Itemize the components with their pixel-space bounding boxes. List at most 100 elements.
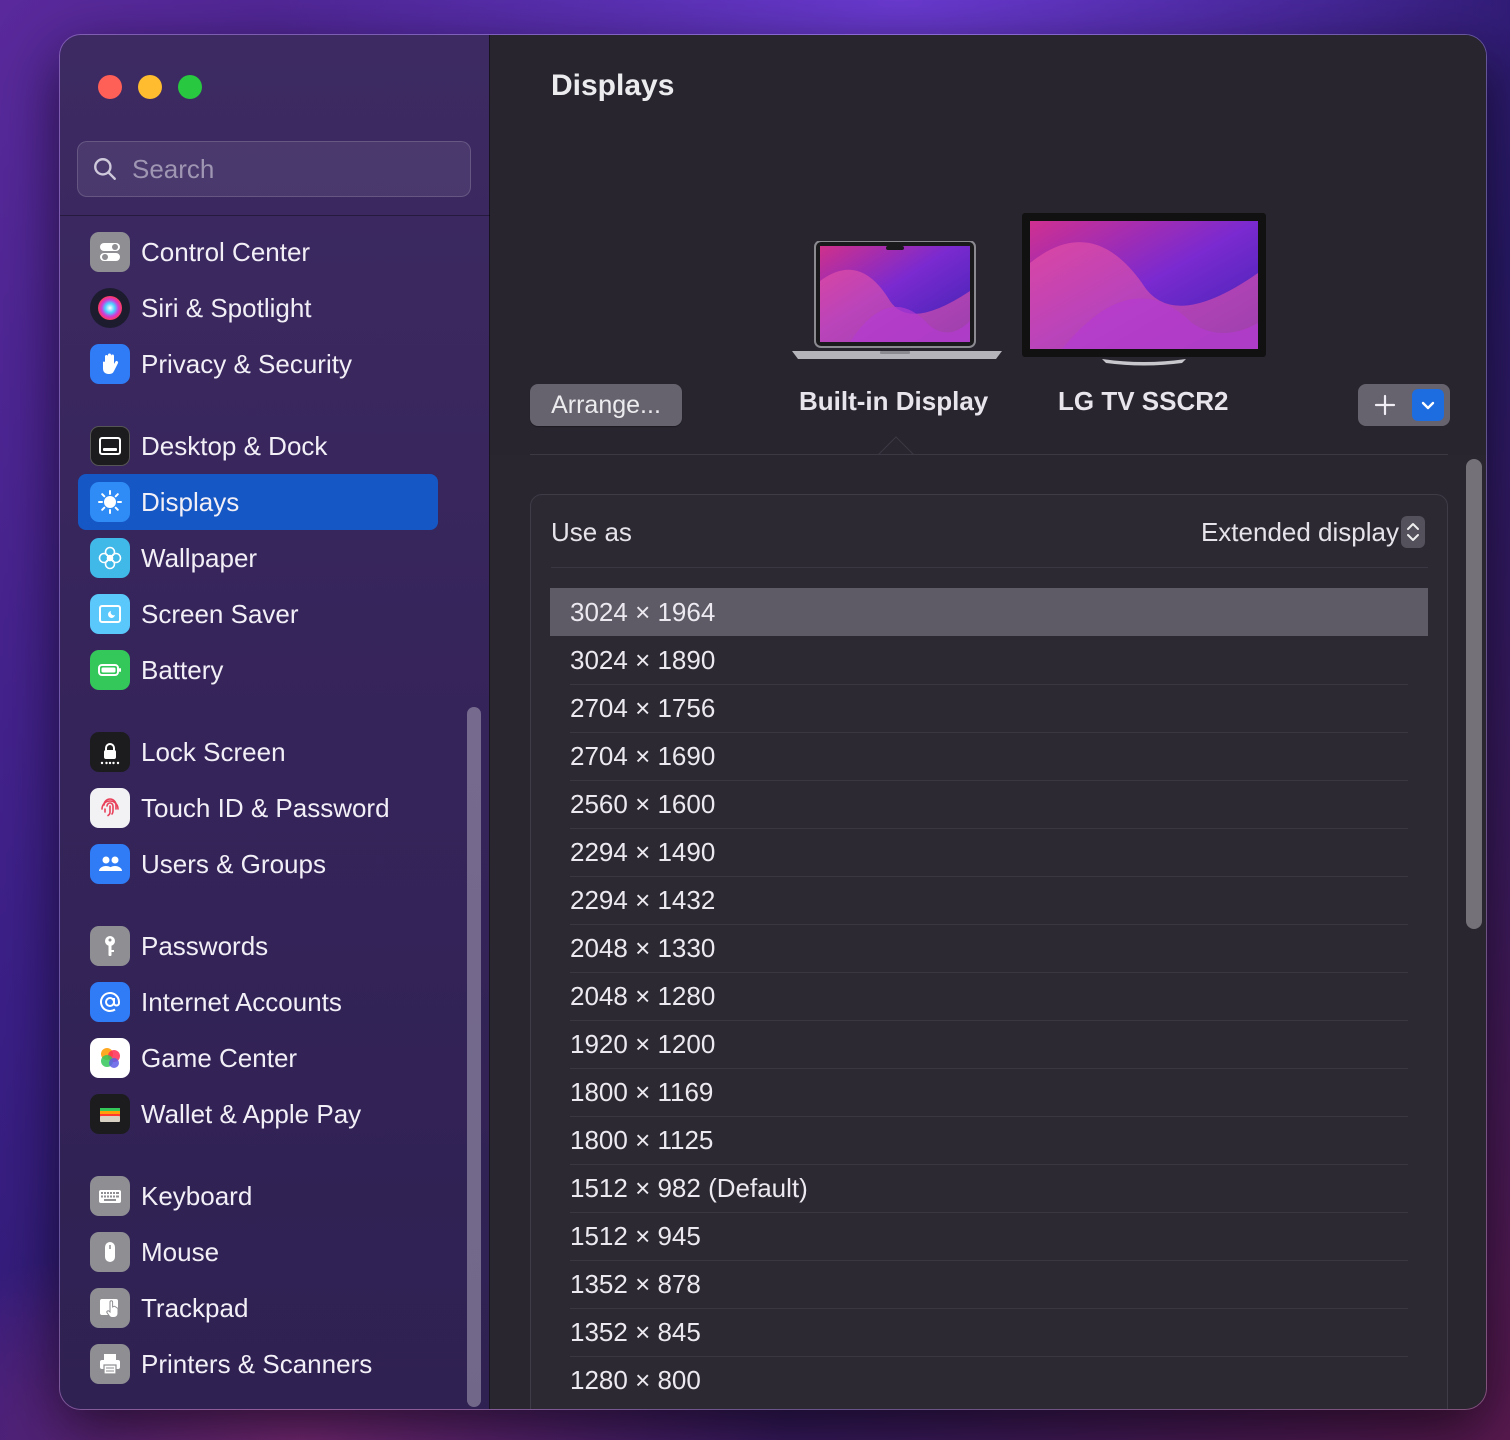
battery-icon [90, 650, 130, 690]
resolution-separator [570, 972, 1408, 973]
sidebar-item-keyboard[interactable]: Keyboard [78, 1168, 438, 1224]
sidebar-item-lock-screen[interactable]: Lock Screen [78, 724, 438, 780]
trackpad-icon [90, 1288, 130, 1328]
sidebar-item-internet-accounts[interactable]: Internet Accounts [78, 974, 438, 1030]
resolution-separator [570, 1116, 1408, 1117]
window-controls [98, 75, 202, 99]
resolution-separator [570, 876, 1408, 877]
flower-icon [90, 538, 130, 578]
display-tab-built-in[interactable]: Built-in Display [799, 386, 988, 417]
resolution-option[interactable]: 1280 × 800 [550, 1356, 1428, 1404]
resolution-option[interactable]: 1800 × 1169 [550, 1068, 1428, 1116]
resolution-separator [570, 924, 1408, 925]
sidebar-item-label: Desktop & Dock [141, 430, 328, 461]
sidebar-item-label: Mouse [141, 1236, 220, 1267]
sidebar-item-screen-saver[interactable]: Screen Saver [78, 586, 438, 642]
resolution-option[interactable]: 1920 × 1200 [550, 1020, 1428, 1068]
sidebar: Control Center Siri & Spotlight Privacy … [60, 35, 490, 1409]
resolution-option[interactable]: 2048 × 1280 [550, 972, 1428, 1020]
brightness-icon [90, 482, 130, 522]
plus-icon [1374, 394, 1396, 416]
lock-icon [90, 732, 130, 772]
resolution-option[interactable]: 1800 × 1125 [550, 1116, 1428, 1164]
close-button[interactable] [98, 75, 122, 99]
sidebar-item-privacy-security[interactable]: Privacy & Security [78, 336, 438, 392]
page-title: Displays [551, 69, 675, 102]
users-icon [90, 844, 130, 884]
resolution-option[interactable]: 1352 × 878 [550, 1260, 1428, 1308]
resolution-option[interactable]: 1512 × 945 [550, 1212, 1428, 1260]
sidebar-item-displays[interactable]: Displays [78, 474, 438, 530]
sidebar-item-label: Privacy & Security [141, 348, 352, 379]
sidebar-item-wallpaper[interactable]: Wallpaper [78, 530, 438, 586]
sidebar-scrollbar[interactable] [467, 707, 481, 1407]
search-icon [94, 158, 116, 180]
sidebar-item-wallet-apple-pay[interactable]: Wallet & Apple Pay [78, 1086, 438, 1142]
lg-tv-thumbnail[interactable] [1022, 213, 1266, 369]
arrange-button[interactable]: Arrange... [530, 384, 682, 426]
resolution-option[interactable]: 2294 × 1490 [550, 828, 1428, 876]
sidebar-item-battery[interactable]: Battery [78, 642, 438, 698]
sidebar-item-label: Trackpad [141, 1292, 249, 1323]
resolution-option[interactable]: 3024 × 1890 [550, 636, 1428, 684]
sidebar-item-label: Siri & Spotlight [141, 292, 312, 323]
use-as-label: Use as [551, 517, 632, 547]
sidebar-item-mouse[interactable]: Mouse [78, 1224, 438, 1280]
main-scrollbar[interactable] [1466, 459, 1482, 929]
resolution-option[interactable]: 2560 × 1600 [550, 780, 1428, 828]
sidebar-item-label: Internet Accounts [141, 986, 342, 1017]
sidebar-item-label: Touch ID & Password [141, 792, 390, 823]
search-input[interactable] [132, 153, 452, 185]
use-as-stepper[interactable] [1401, 516, 1425, 548]
chevron-down-icon [1421, 401, 1435, 410]
resolution-separator [570, 828, 1408, 829]
add-display-menu-button[interactable] [1412, 389, 1444, 421]
resolution-option[interactable]: 1352 × 845 [550, 1308, 1428, 1356]
hand-icon [90, 344, 130, 384]
control-center-icon [90, 232, 130, 272]
sidebar-item-printers-scanners[interactable]: Printers & Scanners [78, 1336, 438, 1392]
sidebar-item-label: Wallpaper [141, 542, 258, 573]
built-in-display-thumbnail[interactable] [790, 241, 1004, 365]
sidebar-item-passwords[interactable]: Passwords [78, 918, 438, 974]
resolution-option[interactable]: 3024 × 1964 [550, 588, 1428, 636]
siri-icon [90, 288, 130, 328]
header-divider [530, 454, 1448, 455]
sidebar-item-desktop-dock[interactable]: Desktop & Dock [78, 418, 438, 474]
display-tab-lg-tv[interactable]: LG TV SSCR2 [1058, 386, 1228, 417]
display-settings-panel: Use as Extended display 3024 × 1964 3024 … [530, 494, 1448, 1409]
resolution-separator [570, 1260, 1408, 1261]
resolution-separator [570, 1308, 1408, 1309]
mouse-icon [90, 1232, 130, 1272]
add-display-button[interactable] [1358, 384, 1412, 426]
up-down-chevron-icon [1407, 523, 1419, 541]
sidebar-item-game-center[interactable]: Game Center [78, 1030, 438, 1086]
displays-header: Displays Arrange... Built-in Display LG … [490, 35, 1486, 457]
sidebar-item-users-groups[interactable]: Users & Groups [78, 836, 438, 892]
resolution-option[interactable]: 2704 × 1690 [550, 732, 1428, 780]
fingerprint-icon [90, 788, 130, 828]
use-as-select[interactable]: Extended display [1201, 517, 1399, 548]
sidebar-item-label: Battery [141, 654, 224, 685]
key-icon [90, 926, 130, 966]
sidebar-item-label: Game Center [141, 1042, 298, 1073]
resolution-option[interactable]: 1512 × 982 (Default) [550, 1164, 1428, 1212]
sidebar-item-trackpad[interactable]: Trackpad [78, 1280, 438, 1336]
minimize-button[interactable] [138, 75, 162, 99]
system-settings-window: Control Center Siri & Spotlight Privacy … [59, 34, 1487, 1410]
search-field[interactable] [77, 141, 471, 197]
zoom-button[interactable] [178, 75, 202, 99]
sidebar-item-siri-spotlight[interactable]: Siri & Spotlight [78, 280, 438, 336]
sidebar-item-touch-id-password[interactable]: Touch ID & Password [78, 780, 438, 836]
resolution-option[interactable]: 2294 × 1432 [550, 876, 1428, 924]
resolution-option[interactable]: 2048 × 1330 [550, 924, 1428, 972]
resolution-separator [570, 780, 1408, 781]
resolution-separator [570, 1356, 1408, 1357]
screen-saver-icon [90, 594, 130, 634]
sidebar-item-control-center[interactable]: Control Center [78, 224, 438, 280]
resolution-option[interactable]: 2704 × 1756 [550, 684, 1428, 732]
sidebar-item-label: Control Center [141, 236, 311, 267]
keyboard-icon [90, 1176, 130, 1216]
use-as-divider [551, 567, 1428, 568]
wallet-icon [90, 1094, 130, 1134]
